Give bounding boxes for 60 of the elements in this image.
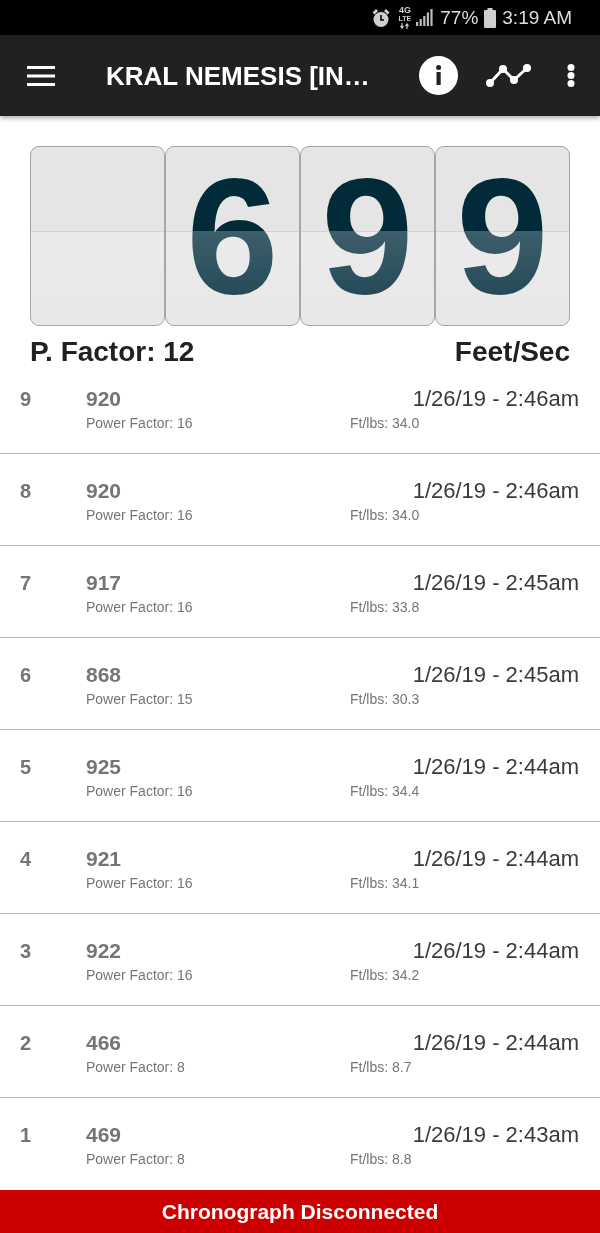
shot-speed: 466: [86, 1031, 122, 1055]
alarm-clock-icon: [371, 7, 390, 28]
shot-power-factor: Power Factor: 15: [86, 690, 193, 708]
shot-speed: 921: [86, 847, 122, 871]
shot-number: 4: [20, 847, 33, 871]
shot-time: 1/26/19 - 2:44am: [412, 755, 579, 779]
shot-power-factor: Power Factor: 16: [86, 414, 193, 432]
power-factor-label: P. Factor: 12: [30, 335, 195, 369]
shot-number: 2: [20, 1031, 33, 1055]
app-title: KRAL NEMESIS [IN…: [106, 60, 371, 91]
shot-time: 1/26/19 - 2:44am: [412, 1031, 579, 1055]
shot-energy: Ft/lbs: 30.3: [350, 690, 420, 708]
shot-power-factor: Power Factor: 16: [86, 506, 193, 524]
shot-number: 9: [20, 387, 33, 411]
shot-energy: Ft/lbs: 34.0: [350, 506, 420, 524]
shot-energy: Ft/lbs: 34.4: [350, 782, 420, 800]
data-arrows-icon: [400, 23, 410, 29]
shot-energy: Ft/lbs: 34.0: [350, 414, 420, 432]
shot-speed: 917: [86, 571, 122, 595]
shot-number: 7: [20, 571, 33, 595]
line-chart-icon[interactable]: [486, 64, 531, 87]
shot-speed: 922: [86, 939, 122, 963]
shot-number: 8: [20, 479, 33, 503]
shot-number: 6: [20, 663, 33, 687]
shot-time: 1/26/19 - 2:46am: [412, 479, 579, 503]
shot-power-factor: Power Factor: 8: [86, 1058, 185, 1076]
signal-icon: [416, 9, 434, 26]
shot-time: 1/26/19 - 2:43am: [412, 1123, 579, 1147]
shot-speed: 925: [86, 755, 122, 779]
info-icon[interactable]: [419, 56, 458, 95]
shot-energy: Ft/lbs: 34.1: [350, 874, 420, 892]
more-icon[interactable]: [567, 64, 575, 87]
status-time: 3:19 AM: [502, 6, 572, 29]
shot-time: 1/26/19 - 2:45am: [412, 663, 579, 687]
connection-status-banner: Chronograph Disconnected: [0, 1190, 600, 1233]
shot-time: 1/26/19 - 2:44am: [412, 939, 579, 963]
shot-power-factor: Power Factor: 16: [86, 874, 193, 892]
shot-speed: 920: [86, 479, 122, 503]
battery-icon: [484, 7, 497, 28]
menu-icon[interactable]: [27, 65, 55, 86]
shot-energy: Ft/lbs: 8.7: [350, 1058, 412, 1076]
shot-speed: 868: [86, 663, 122, 687]
shot-energy: Ft/lbs: 33.8: [350, 598, 420, 616]
shot-power-factor: Power Factor: 8: [86, 1150, 185, 1168]
shot-time: 1/26/19 - 2:44am: [412, 847, 579, 871]
shot-energy: Ft/lbs: 34.2: [350, 966, 420, 984]
battery-percentage: 77%: [440, 6, 479, 29]
shot-time: 1/26/19 - 2:46am: [412, 387, 579, 411]
shot-power-factor: Power Factor: 16: [86, 966, 193, 984]
shot-time: 1/26/19 - 2:45am: [412, 571, 579, 595]
shot-number: 1: [20, 1123, 33, 1147]
unit-label: Feet/Sec: [454, 335, 570, 369]
shot-number: 5: [20, 755, 33, 779]
shot-number: 3: [20, 939, 33, 963]
shot-power-factor: Power Factor: 16: [86, 782, 193, 800]
shot-speed: 469: [86, 1123, 122, 1147]
shot-power-factor: Power Factor: 16: [86, 598, 193, 616]
shot-energy: Ft/lbs: 8.8: [350, 1150, 412, 1168]
network-type-text: 4G: [398, 6, 411, 15]
shot-speed: 920: [86, 387, 122, 411]
